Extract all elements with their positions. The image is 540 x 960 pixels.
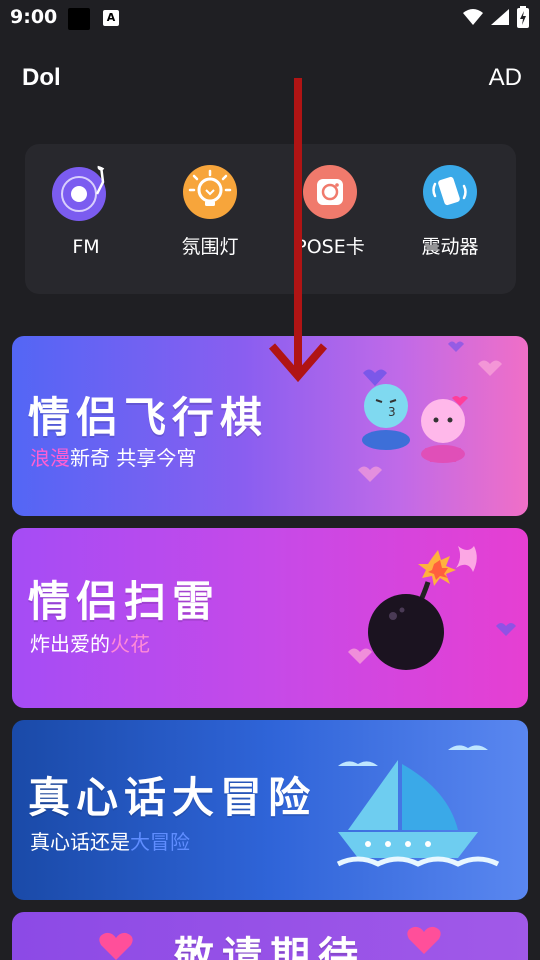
status-bar: 9:00 A [0,0,540,36]
banner-subtitle: 浪漫新奇 共享今宵 [30,442,196,471]
header: Dol AD [0,58,540,102]
banner-truth-or-dare[interactable]: 真心话大冒险 真心话还是大冒险 [12,720,528,900]
tool-fm[interactable]: FM [31,164,141,258]
camera-icon [303,165,357,219]
wifi-icon [463,9,483,25]
status-icons [462,6,530,28]
heart-icon [407,926,441,954]
subtitle-mid: 还是 [90,830,130,854]
banner-subtitle: 真心话还是大冒险 [30,826,190,855]
subtitle-plain: 炸出爱的 [30,632,110,656]
radio-icon [52,164,106,221]
bomb-illustration [348,546,516,670]
svg-text:3: 3 [388,405,396,419]
banner-title: 情侣飞行棋 [28,393,269,442]
banner-title: 敬请期待 [174,934,366,960]
banner-subtitle: 炸出爱的火花 [30,628,150,657]
notification-a-icon: A [103,10,119,26]
tool-ambient-light[interactable]: 氛围灯 [155,164,265,259]
battery-icon [517,6,529,28]
screen: 9:00 A Dol AD FM 氛围灯 POSE卡 震动器 情侣飞行棋 浪漫新… [0,0,540,960]
status-time: 9:00 [10,6,58,28]
banner-coming-soon[interactable]: 敬请期待 [12,912,528,960]
ad-button[interactable]: AD [489,64,522,92]
banner-title: 真心话大冒险 [28,773,317,822]
subtitle-highlight-2: 大冒险 [130,830,190,854]
banner-couple-minesweeper[interactable]: 情侣扫雷 炸出爱的火花 [12,528,528,708]
subtitle-highlight: 火花 [110,632,150,656]
tool-label-ambient-light: 氛围灯 [181,236,239,258]
banner-couple-flight-chess[interactable]: 情侣飞行棋 浪漫新奇 共享今宵 3 [12,336,528,516]
notification-icon [68,8,90,30]
app-title: Dol [22,64,61,91]
tool-label-pose-card: POSE卡 [295,236,365,258]
subtitle-highlight-1: 真心话 [30,830,90,854]
tools-panel: FM 氛围灯 POSE卡 震动器 [25,144,516,294]
tool-label-fm: FM [72,236,100,258]
sailboat-illustration [336,745,500,867]
phone-vibrate-icon [423,165,477,219]
tool-vibrator[interactable]: 震动器 [395,164,505,259]
banner-title: 情侣扫雷 [28,577,221,626]
signal-icon [491,9,509,25]
game-pieces-illustration: 3 [358,341,502,482]
lightbulb-icon [183,165,237,219]
subtitle-rest: 新奇 共享今宵 [70,446,197,470]
subtitle-highlight: 浪漫 [30,446,70,470]
tool-pose-card[interactable]: POSE卡 [275,164,385,259]
tool-label-vibrator: 震动器 [421,236,479,258]
